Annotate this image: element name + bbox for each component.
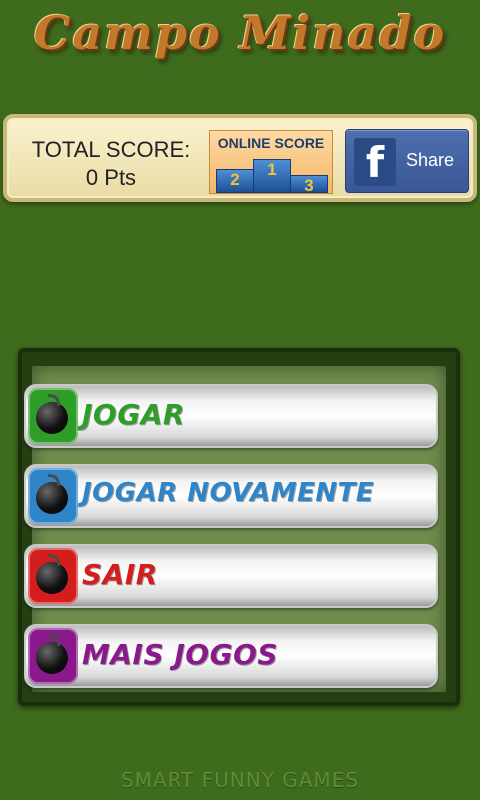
- play-again-button[interactable]: JOGAR NOVAMENTE: [24, 464, 438, 528]
- total-score-label: TOTAL SCORE:: [31, 137, 191, 162]
- total-score-value: 0 Pts: [85, 165, 137, 190]
- online-score-label: ONLINE SCORE: [217, 135, 325, 151]
- share-label: Share: [406, 150, 455, 170]
- bomb-fuse: [48, 474, 60, 486]
- more-games-button[interactable]: MAIS JOGOS: [24, 624, 438, 688]
- bomb-icon: [28, 468, 78, 524]
- bomb-fuse: [48, 554, 60, 566]
- exit-label: SAIR: [82, 558, 158, 591]
- podium-third: 3: [290, 175, 328, 193]
- bomb-icon: [28, 388, 78, 444]
- score-bar: TOTAL SCORE: 0 Pts ONLINE SCORE 2 1 3 f …: [3, 114, 477, 202]
- app-title: Campo Minado: [33, 6, 447, 60]
- more-games-label: MAIS JOGOS: [82, 638, 279, 671]
- online-score-button[interactable]: ONLINE SCORE 2 1 3: [209, 130, 333, 194]
- play-again-label: JOGAR NOVAMENTE: [82, 478, 375, 508]
- podium-icon: 2 1 3: [210, 153, 332, 193]
- podium-first: 1: [253, 159, 291, 193]
- play-button[interactable]: JOGAR: [24, 384, 438, 448]
- bomb-icon: [28, 628, 78, 684]
- podium-second: 2: [216, 169, 254, 193]
- play-label: JOGAR: [82, 398, 185, 431]
- footer-brand: SMART FUNNY GAMES: [120, 768, 360, 792]
- bomb-icon: [28, 548, 78, 604]
- exit-button[interactable]: SAIR: [24, 544, 438, 608]
- bomb-body: [36, 402, 68, 434]
- facebook-share-button[interactable]: f Share: [345, 129, 469, 193]
- total-score: TOTAL SCORE: 0 Pts: [21, 136, 201, 192]
- bomb-body: [36, 562, 68, 594]
- bomb-fuse: [48, 634, 60, 646]
- bomb-body: [36, 482, 68, 514]
- bomb-fuse: [48, 394, 60, 406]
- facebook-icon: f: [354, 138, 396, 187]
- bomb-body: [36, 642, 68, 674]
